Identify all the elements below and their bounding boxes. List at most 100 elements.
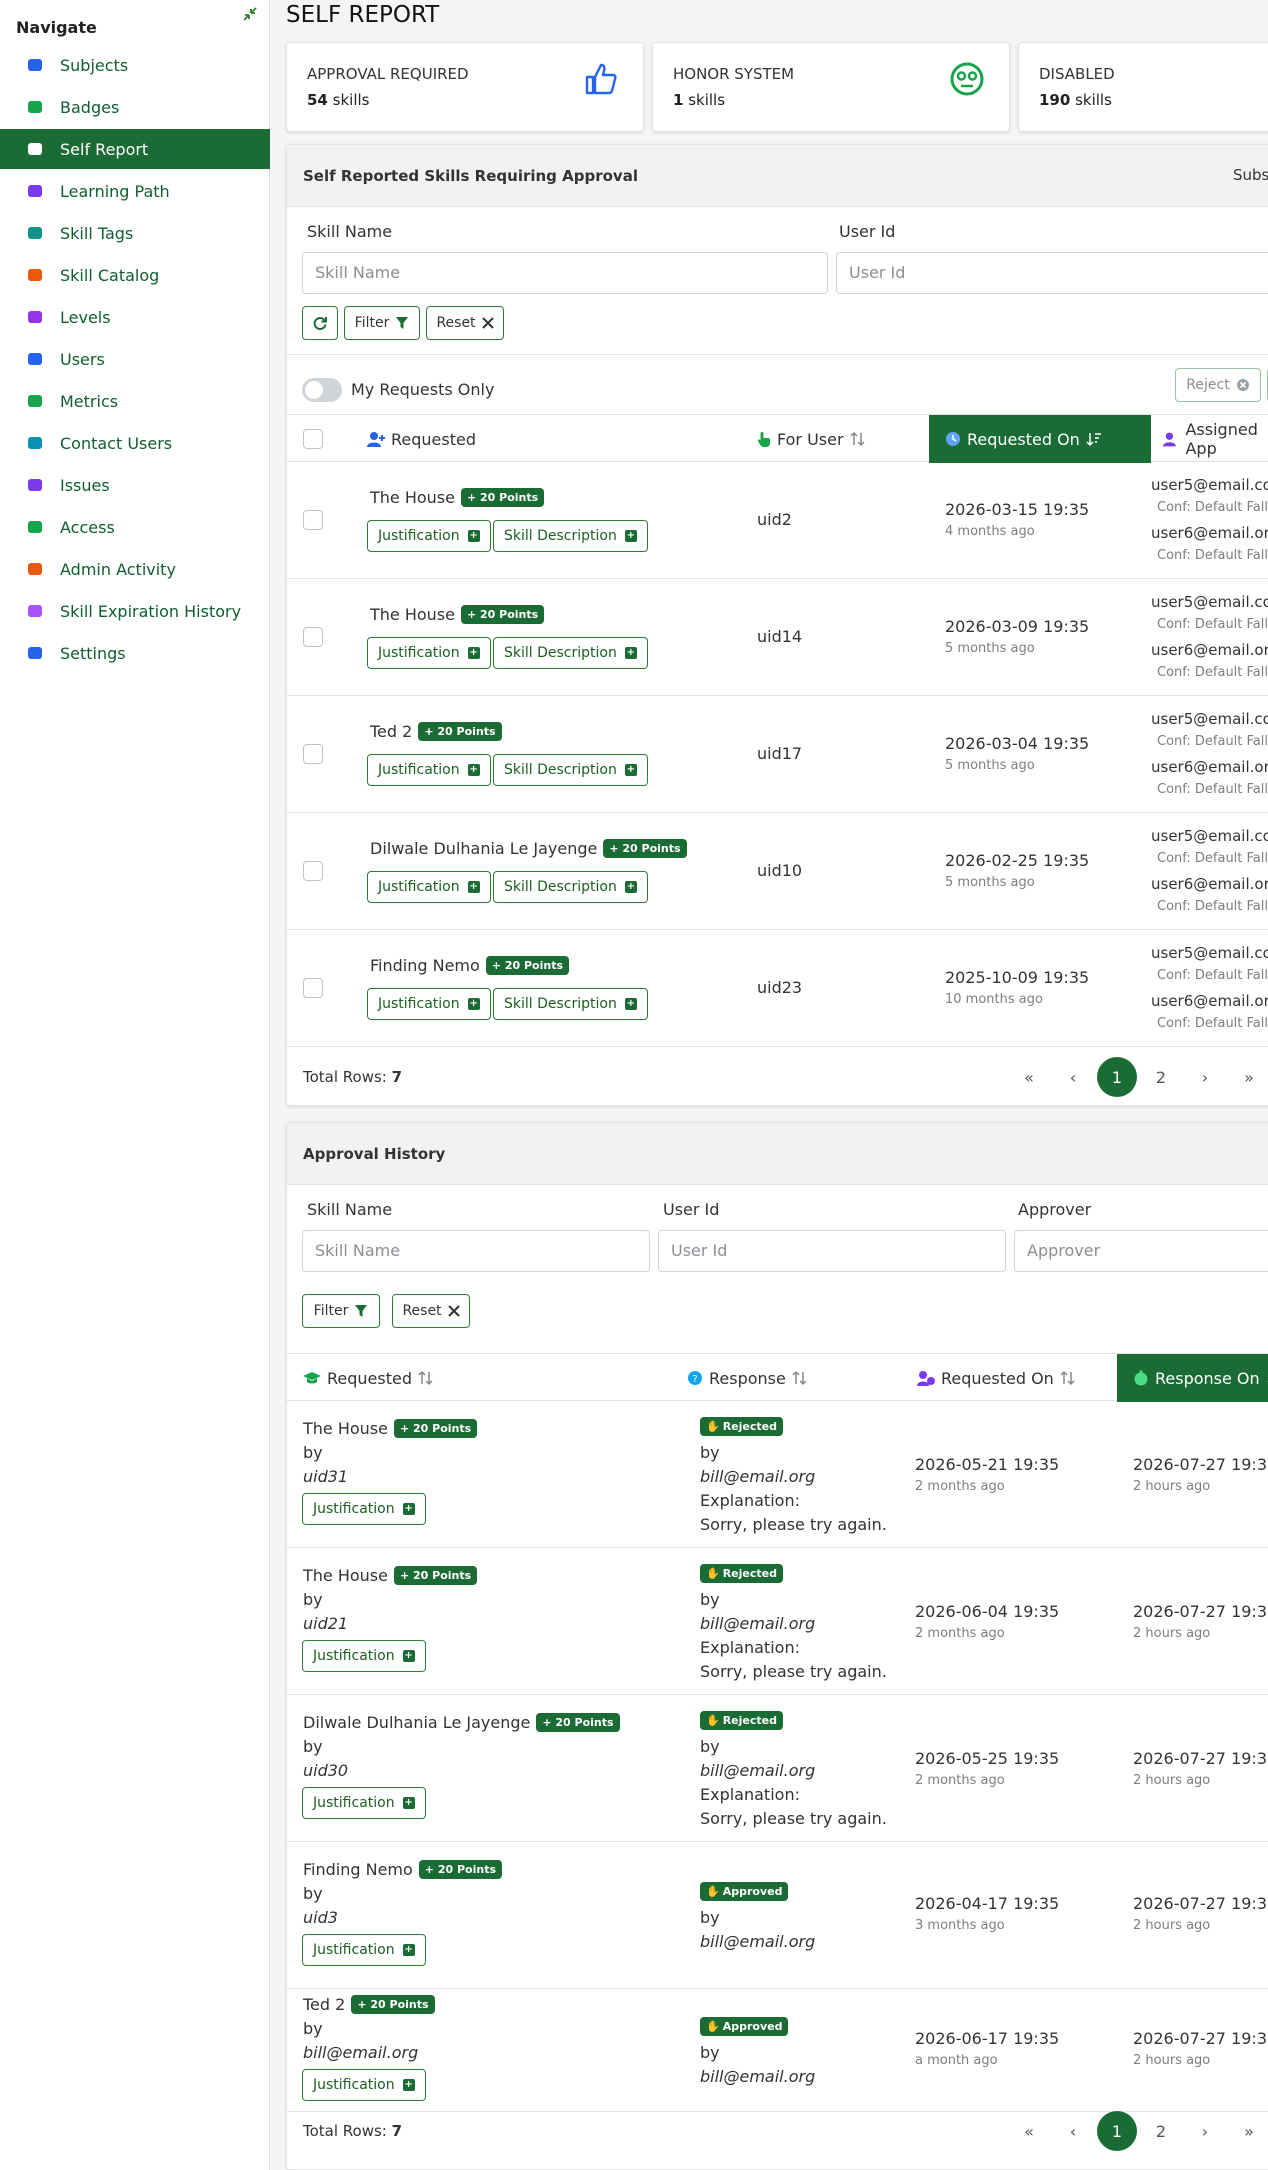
sidebar-item-issues[interactable]: Issues bbox=[0, 465, 270, 505]
by-label: by bbox=[303, 2019, 323, 2038]
row-checkbox[interactable] bbox=[303, 978, 323, 998]
page-2-button[interactable]: 2 bbox=[1141, 2111, 1181, 2151]
plus-square-icon: + bbox=[624, 881, 637, 893]
approver-email: user6@email.org bbox=[1151, 758, 1268, 776]
row-checkbox[interactable] bbox=[303, 861, 323, 881]
response-on-ago: 2 hours ago bbox=[1133, 1773, 1211, 1788]
sidebar-item-self-report[interactable]: Self Report bbox=[0, 129, 270, 169]
requested-on-date: 2026-05-25 19:35 bbox=[915, 1749, 1060, 1768]
next-page-button[interactable]: › bbox=[1185, 1057, 1225, 1097]
subscribe-label[interactable]: Subs bbox=[1233, 166, 1268, 184]
history-skill-name-input[interactable]: Skill Name bbox=[302, 1230, 650, 1272]
sidebar-item-learning-path[interactable]: Learning Path bbox=[0, 171, 270, 211]
collapse-icon[interactable] bbox=[242, 6, 258, 22]
sidebar-item-metrics[interactable]: Metrics bbox=[0, 381, 270, 421]
refresh-button[interactable] bbox=[302, 306, 338, 340]
column-requested[interactable]: Requested bbox=[367, 415, 476, 463]
justification-button[interactable]: Justification + bbox=[367, 988, 491, 1020]
reject-button[interactable]: Reject bbox=[1175, 368, 1261, 402]
sidebar-item-admin-activity[interactable]: Admin Activity bbox=[0, 549, 270, 589]
approval-panel-title: Self Reported Skills Requiring Approval bbox=[303, 167, 638, 185]
shield-icon bbox=[26, 518, 44, 536]
sidebar-item-label: Skill Tags bbox=[60, 223, 134, 243]
approver-input[interactable]: Approver bbox=[1014, 1230, 1268, 1272]
column-assigned-approvers[interactable]: Assigned App bbox=[1163, 415, 1268, 463]
skill-name-label: Skill Name bbox=[307, 222, 393, 241]
first-page-button[interactable]: « bbox=[1009, 2111, 1049, 2151]
sidebar-item-subjects[interactable]: Subjects bbox=[0, 45, 270, 85]
approver-conf: Conf: Default Fallb bbox=[1157, 500, 1268, 515]
stat-label: HONOR SYSTEM bbox=[673, 65, 795, 83]
select-all-checkbox[interactable] bbox=[303, 429, 323, 449]
justification-label: Justification bbox=[378, 879, 460, 895]
justification-button[interactable]: Justification + bbox=[302, 2069, 426, 2101]
history-column-response-on[interactable]: Response On bbox=[1117, 1354, 1268, 1402]
my-requests-toggle[interactable] bbox=[302, 378, 342, 402]
status-text: Rejected bbox=[722, 1714, 777, 1727]
prev-page-button[interactable]: ‹ bbox=[1053, 1057, 1093, 1097]
sidebar-item-users[interactable]: Users bbox=[0, 339, 270, 379]
history-column-response[interactable]: ? Response bbox=[687, 1354, 808, 1402]
skill-description-button[interactable]: Skill Description + bbox=[493, 754, 648, 786]
approver-email: user6@email.org bbox=[1151, 524, 1268, 542]
approver-conf: Conf: Default Fallb bbox=[1157, 851, 1268, 866]
user-id-input[interactable]: User Id bbox=[836, 252, 1268, 294]
row-checkbox[interactable] bbox=[303, 744, 323, 764]
sidebar-item-label: Learning Path bbox=[60, 181, 170, 201]
page-1-button[interactable]: 1 bbox=[1097, 1057, 1137, 1097]
sidebar-item-skill-expiration-history[interactable]: Skill Expiration History bbox=[0, 591, 270, 631]
history-column-requested-on[interactable]: Requested On bbox=[917, 1354, 1076, 1402]
sidebar-item-badges[interactable]: Badges bbox=[0, 87, 270, 127]
sidebar-item-skill-catalog[interactable]: Skill Catalog bbox=[0, 255, 270, 295]
table-row: The House + 20 Points Justification + Skill … bbox=[287, 579, 1268, 696]
sidebar-item-settings[interactable]: Settings bbox=[0, 633, 270, 673]
skill-description-label: Skill Description bbox=[504, 879, 617, 895]
justification-button[interactable]: Justification + bbox=[302, 1493, 426, 1525]
column-requested-on[interactable]: Requested On bbox=[929, 415, 1151, 463]
column-requested-label: Requested bbox=[391, 429, 476, 449]
justification-button[interactable]: Justification + bbox=[367, 871, 491, 903]
cubes-icon bbox=[26, 56, 44, 74]
history-filter-button[interactable]: Filter bbox=[302, 1294, 380, 1328]
sidebar-item-contact-users[interactable]: Contact Users bbox=[0, 423, 270, 463]
filter-button[interactable]: Filter bbox=[344, 306, 420, 340]
sidebar-item-access[interactable]: Access bbox=[0, 507, 270, 547]
approver-email: user5@email.com bbox=[1151, 710, 1268, 728]
last-page-button[interactable]: » bbox=[1229, 1057, 1268, 1097]
plus-square-icon: + bbox=[624, 647, 637, 659]
skill-description-button[interactable]: Skill Description + bbox=[493, 637, 648, 669]
row-checkbox[interactable] bbox=[303, 627, 323, 647]
response-on-date: 2026-07-27 19:35 bbox=[1133, 2029, 1268, 2048]
history-user-id-label: User Id bbox=[663, 1200, 720, 1219]
points-badge: + 20 Points bbox=[393, 1566, 478, 1585]
next-page-button[interactable]: › bbox=[1185, 2111, 1225, 2151]
last-page-button[interactable]: » bbox=[1229, 2111, 1268, 2151]
requested-by-user: uid31 bbox=[303, 1467, 349, 1486]
history-user-id-input[interactable]: User Id bbox=[658, 1230, 1006, 1272]
reset-button[interactable]: Reset bbox=[426, 306, 504, 340]
response-approver: bill@email.org bbox=[700, 1932, 816, 1951]
justification-button[interactable]: Justification + bbox=[302, 1787, 426, 1819]
justification-button[interactable]: Justification + bbox=[302, 1934, 426, 1966]
justification-button[interactable]: Justification + bbox=[302, 1640, 426, 1672]
skill-description-button[interactable]: Skill Description + bbox=[493, 988, 648, 1020]
justification-button[interactable]: Justification + bbox=[367, 637, 491, 669]
skill-description-button[interactable]: Skill Description + bbox=[493, 520, 648, 552]
sidebar-item-label: Badges bbox=[60, 97, 120, 117]
sidebar-item-levels[interactable]: Levels bbox=[0, 297, 270, 337]
justification-button[interactable]: Justification + bbox=[367, 754, 491, 786]
first-page-button[interactable]: « bbox=[1009, 1057, 1049, 1097]
prev-page-button[interactable]: ‹ bbox=[1053, 2111, 1093, 2151]
column-for-user[interactable]: For User bbox=[757, 415, 866, 463]
page-1-button[interactable]: 1 bbox=[1097, 2111, 1137, 2151]
history-column-requested[interactable]: Requested bbox=[303, 1354, 434, 1402]
justification-button[interactable]: Justification + bbox=[367, 520, 491, 552]
sidebar-item-skill-tags[interactable]: Skill Tags bbox=[0, 213, 270, 253]
row-checkbox[interactable] bbox=[303, 510, 323, 530]
points-badge: + 20 Points bbox=[536, 1713, 620, 1732]
page-2-button[interactable]: 2 bbox=[1141, 1057, 1181, 1097]
skill-description-button[interactable]: Skill Description + bbox=[493, 871, 648, 903]
sidebar-item-label: Metrics bbox=[60, 391, 119, 411]
skill-name-input[interactable]: Skill Name bbox=[302, 252, 828, 294]
history-reset-button[interactable]: Reset bbox=[392, 1294, 470, 1328]
